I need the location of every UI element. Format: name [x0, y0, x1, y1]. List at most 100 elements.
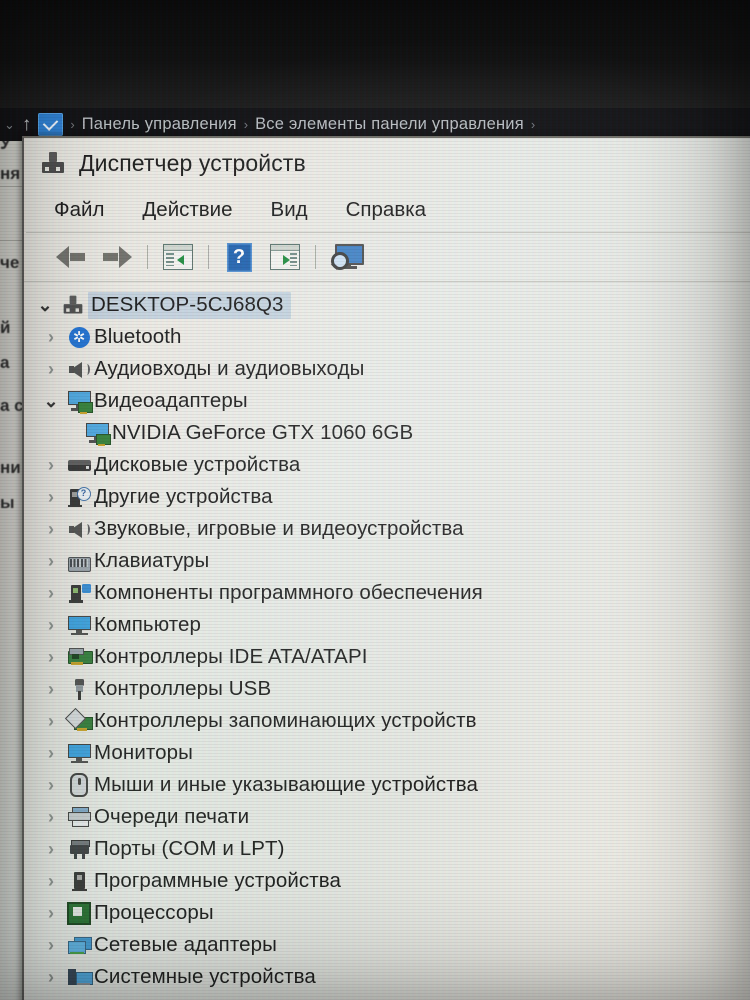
help-button[interactable]: ? [216, 237, 262, 277]
processor-icon [64, 901, 94, 925]
tree-item-label: Клавиатуры [94, 549, 210, 572]
toolbar-divider-1 [147, 245, 148, 269]
tree-item-storage-controllers[interactable]: › Контроллеры запоминающих устройств [24, 705, 750, 737]
tree-item-network-adapters[interactable]: › Сетевые адаптеры [24, 929, 750, 961]
tree-item-label: Процессоры [94, 901, 214, 924]
tree-item-software-components[interactable]: › Компоненты программного обеспечения [24, 577, 750, 609]
chevron-right-icon[interactable]: › [38, 360, 64, 378]
tree-item-computer[interactable]: › Компьютер [24, 609, 750, 641]
tree-item-ide-controllers[interactable]: › Контроллеры IDE ATA/ATAPI [24, 641, 750, 673]
keyboard-icon [64, 554, 94, 572]
chevron-right-icon[interactable]: › [38, 648, 64, 666]
chevron-right-icon[interactable]: › [38, 840, 64, 858]
tree-item-label: Контроллеры запоминающих устройств [94, 709, 477, 732]
tree-item-display-adapters[interactable]: ⌄ Видеоадаптеры [24, 385, 750, 417]
toolbar-divider-2 [208, 245, 209, 269]
chevron-right-icon[interactable]: › [38, 680, 64, 698]
printer-icon [64, 806, 94, 828]
chevron-down-icon[interactable]: ⌄ [4, 117, 15, 133]
back-button[interactable] [48, 237, 94, 277]
chevron-right-icon[interactable]: › [38, 552, 64, 570]
breadcrumb-item-0[interactable]: Панель управления [82, 115, 237, 134]
breadcrumb-separator-1: › [243, 117, 249, 132]
tree-item-keyboards[interactable]: › Клавиатуры [24, 545, 750, 577]
up-arrow-icon[interactable]: ↑ [22, 114, 32, 136]
tree-item-partial-cutoff[interactable]: › [24, 993, 750, 1000]
tree-item-sound-video-game[interactable]: › Звуковые, игровые и видеоустройства [24, 513, 750, 545]
chevron-right-icon[interactable]: › [38, 808, 64, 826]
menu-item-action[interactable]: Действие [142, 198, 232, 222]
chevron-right-icon[interactable]: › [38, 328, 64, 346]
monitor-icon [64, 743, 94, 764]
tree-item-print-queues[interactable]: › Очереди печати [24, 801, 750, 833]
chevron-right-icon[interactable]: › [38, 904, 64, 922]
tree-item-label: Контроллеры IDE ATA/ATAPI [94, 645, 368, 668]
tree-item-label: Контроллеры USB [94, 677, 272, 700]
disk-drive-icon [64, 455, 94, 476]
update-driver-button[interactable] [262, 237, 308, 277]
tree-item-audio-io[interactable]: › Аудиовходы и аудиовыходы [24, 353, 750, 385]
breadcrumb-separator-0: › [70, 117, 75, 132]
chevron-right-icon[interactable]: › [38, 872, 64, 890]
menu-item-help[interactable]: Справка [346, 198, 426, 222]
chevron-right-icon[interactable]: › [38, 744, 64, 762]
toolbar: ? [24, 233, 750, 281]
device-manager-window: Диспетчер устройств Файл Действие Вид Сп… [22, 136, 750, 1000]
chevron-down-icon[interactable]: ⌄ [32, 296, 58, 314]
tree-item-label: Системные устройства [94, 965, 316, 988]
tree-item-usb-controllers[interactable]: › Контроллеры USB [24, 673, 750, 705]
chevron-right-icon[interactable]: › [38, 488, 64, 506]
software-device-icon [64, 871, 94, 892]
chevron-down-icon[interactable]: ⌄ [38, 392, 64, 410]
tree-item-disk-drives[interactable]: › Дисковые устройства [24, 449, 750, 481]
tree-item-label: Bluetooth [94, 325, 182, 348]
tree-item-bluetooth[interactable]: › ✲ Bluetooth [24, 321, 750, 353]
tree-item-system-devices[interactable]: › Системные устройства [24, 961, 750, 993]
tree-item-monitors[interactable]: › Мониторы [24, 737, 750, 769]
tree-item-other-devices[interactable]: › ? Другие устройства [24, 481, 750, 513]
chevron-right-icon[interactable]: › [38, 456, 64, 474]
chevron-right-icon[interactable]: › [38, 936, 64, 954]
port-icon [64, 839, 94, 860]
menu-item-view[interactable]: Вид [271, 198, 308, 222]
tree-item-label: Звуковые, игровые и видеоустройства [94, 517, 464, 540]
tree-item-label: Другие устройства [94, 485, 273, 508]
chevron-right-icon[interactable]: › [38, 968, 64, 986]
properties-button[interactable] [155, 237, 201, 277]
menu-bar: Файл Действие Вид Справка [24, 188, 750, 232]
storage-controller-icon [64, 707, 94, 732]
forward-arrow-icon [102, 246, 132, 268]
unknown-device-icon: ? [64, 486, 94, 508]
chevron-right-icon[interactable]: › [38, 520, 64, 538]
chevron-right-icon[interactable]: › [38, 712, 64, 730]
chevron-right-icon[interactable]: › [38, 776, 64, 794]
bluetooth-icon: ✲ [64, 326, 94, 348]
forward-button[interactable] [94, 237, 140, 277]
tree-item-label: Очереди печати [94, 805, 250, 828]
tree-item-ports[interactable]: › Порты (COM и LPT) [24, 833, 750, 865]
system-device-icon [64, 967, 94, 988]
monitor-bezel [0, 0, 750, 108]
ide-controller-icon [64, 647, 94, 668]
computer-root-icon [58, 293, 88, 317]
scan-hardware-button[interactable] [323, 237, 369, 277]
chevron-right-icon[interactable]: › [38, 584, 64, 602]
tree-item-label: Дисковые устройства [94, 453, 301, 476]
usb-controller-icon [64, 678, 94, 700]
breadcrumb-item-1[interactable]: Все элементы панели управления [255, 115, 524, 134]
menu-item-file[interactable]: Файл [54, 198, 104, 222]
tree-item-label: Мыши и иные указывающие устройства [94, 773, 478, 796]
chevron-right-icon[interactable]: › [38, 616, 64, 634]
tree-item-software-devices[interactable]: › Программные устройства [24, 865, 750, 897]
tree-item-processors[interactable]: › Процессоры [24, 897, 750, 929]
tree-root-desktop[interactable]: ⌄ DESKTOP-5CJ68Q3 [24, 289, 750, 321]
tree-item-label: Компоненты программного обеспечения [94, 581, 483, 604]
mouse-icon [64, 773, 94, 797]
tree-item-nvidia-gpu[interactable]: NVIDIA GeForce GTX 1060 6GB [24, 417, 750, 449]
tree-item-label: Сетевые адаптеры [94, 933, 277, 956]
toolbar-divider-3 [315, 245, 316, 269]
network-adapter-icon [64, 935, 94, 956]
tree-item-mice[interactable]: › Мыши и иные указывающие устройства [24, 769, 750, 801]
title-bar: Диспетчер устройств [24, 138, 750, 188]
display-adapter-icon [82, 423, 112, 446]
